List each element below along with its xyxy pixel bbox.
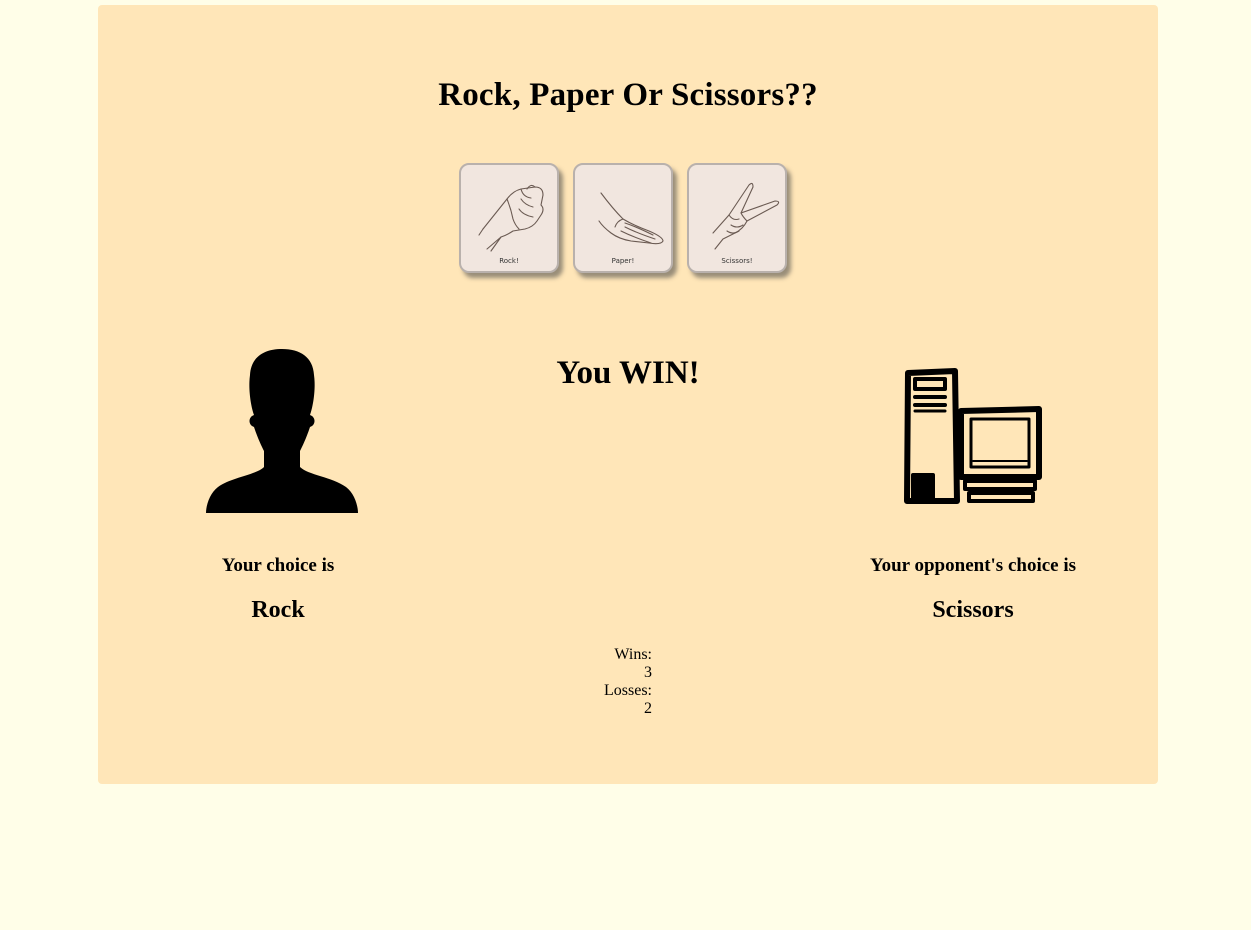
- paper-label: Paper!: [611, 257, 635, 265]
- v-sign-hand-icon: [712, 182, 780, 250]
- opponent-choice-value: Scissors: [932, 597, 1014, 623]
- result-message: You WIN!: [556, 355, 700, 391]
- flat-hand-icon: [598, 192, 664, 245]
- wins-label: Wins:: [614, 646, 652, 663]
- rock-label: Rock!: [499, 257, 519, 265]
- opponent-choice-caption: Your opponent's choice is: [869, 555, 1077, 576]
- losses-count: 2: [644, 700, 652, 717]
- game-panel: Rock, Paper Or Scissors?? Rock! Paper! S…: [98, 5, 1158, 784]
- player-choice-value: Rock: [251, 597, 305, 623]
- page-title: Rock, Paper Or Scissors??: [438, 77, 818, 113]
- fist-hand-icon: [478, 184, 544, 252]
- losses-label: Losses:: [604, 682, 652, 699]
- wins-count: 3: [644, 664, 652, 681]
- player-choice-caption: Your choice is: [221, 555, 335, 576]
- rock-button[interactable]: Rock!: [459, 163, 559, 273]
- scissors-label: Scissors!: [721, 257, 753, 265]
- paper-button[interactable]: Paper!: [573, 163, 673, 273]
- scoreboard: Wins: 3 Losses: 2: [552, 646, 652, 718]
- scissors-button[interactable]: Scissors!: [687, 163, 787, 273]
- choice-buttons: Rock! Paper! Scissors!: [459, 163, 799, 283]
